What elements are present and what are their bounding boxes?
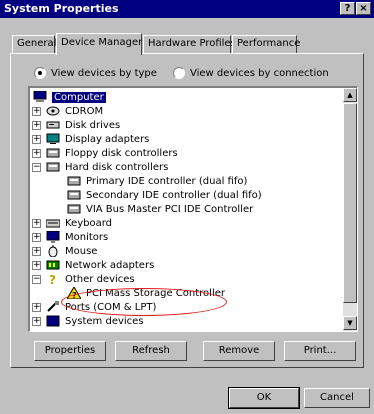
scroll-thumb[interactable] [343,103,357,303]
keyboard-icon [45,217,61,230]
tree-item-label: Computer [52,91,106,103]
hard-disk-controller-icon [45,161,61,174]
tree-item-computer[interactable]: Computer [32,90,106,104]
network-adapter-icon [45,259,61,272]
window-title: System Properties [4,2,119,15]
tree-item-monitors[interactable]: + Monitors [32,230,108,244]
tree-item-label: VIA Bus Master PCI IDE Controller [86,203,254,215]
help-button[interactable]: ? [340,2,355,15]
controller-icon [66,175,82,188]
view-by-connection-label: View devices by connection [190,67,329,79]
svg-text:?: ? [49,273,56,285]
tree-item-cdrom[interactable]: + CDROM [32,104,103,118]
tree-item-other-devices[interactable]: − ? Other devices [32,272,135,286]
tree-item-label: Hard disk controllers [65,161,169,173]
system-device-icon [45,315,61,328]
expand-icon[interactable]: + [32,302,41,312]
scroll-down-button[interactable]: ▼ [343,316,357,330]
expand-icon[interactable]: + [32,106,41,116]
tree-item-label: CDROM [65,105,104,117]
scroll-up-button[interactable]: ▲ [343,88,357,102]
highlight-annotation [61,288,227,316]
tree-item-label: System devices [65,315,144,327]
title-bar: System Properties ? × [0,0,374,18]
expand-icon[interactable]: + [32,260,41,270]
question-mark-icon: ? [45,273,61,286]
tree-item-disk-drives[interactable]: + Disk drives [32,118,120,132]
tree-item-via-bus-master[interactable]: VIA Bus Master PCI IDE Controller [66,202,253,216]
print-button[interactable]: Print... [284,341,356,361]
tree-item-secondary-ide[interactable]: Secondary IDE controller (dual fifo) [66,188,262,202]
tree-item-label: Primary IDE controller (dual fifo) [86,175,248,187]
collapse-icon[interactable]: − [32,162,41,172]
tab-hardware-profiles[interactable]: Hardware Profiles [143,35,236,53]
tree-item-floppy-controllers[interactable]: + Floppy disk controllers [32,146,178,160]
refresh-button[interactable]: Refresh [115,341,187,361]
tree-item-label: Floppy disk controllers [65,147,178,159]
display-adapter-icon [45,133,61,146]
expand-icon[interactable]: + [32,134,41,144]
tree-item-label: Mouse [65,245,98,257]
tree-item-primary-ide[interactable]: Primary IDE controller (dual fifo) [66,174,247,188]
tree-item-label: Disk drives [65,119,121,131]
cdrom-icon [45,105,61,118]
mouse-icon [45,245,61,258]
expand-icon[interactable]: + [32,148,41,158]
tab-general[interactable]: General [12,35,56,53]
cancel-button[interactable]: Cancel [304,388,370,408]
tab-device-manager[interactable]: Device Manager [56,33,142,55]
radio-unselected-icon [173,67,185,79]
tree-item-label: Monitors [65,231,109,243]
expand-icon[interactable]: + [32,120,41,130]
view-by-connection-option[interactable]: View devices by connection [173,67,329,79]
tree-item-label: Display adapters [65,133,150,145]
floppy-controller-icon [45,147,61,160]
disk-drive-icon [45,119,61,132]
controller-icon [66,203,82,216]
tree-item-label: Secondary IDE controller (dual fifo) [86,189,262,201]
tree-item-system-devices[interactable]: + System devices [32,314,144,328]
ok-button[interactable]: OK [228,387,300,409]
monitor-icon [45,231,61,244]
controller-icon [66,189,82,202]
tree-item-label: Network adapters [65,259,155,271]
tree-item-network-adapters[interactable]: + Network adapters [32,258,154,272]
tree-item-display-adapters[interactable]: + Display adapters [32,132,149,146]
tree-item-label: Other devices [65,273,135,285]
radio-selected-icon [34,67,46,79]
collapse-icon[interactable]: − [32,274,41,284]
computer-icon [32,91,48,104]
tree-item-mouse[interactable]: + Mouse [32,244,97,258]
expand-icon[interactable]: + [32,316,41,326]
view-by-type-option[interactable]: View devices by type [34,67,157,79]
expand-icon[interactable]: + [32,218,41,228]
expand-icon[interactable]: + [32,246,41,256]
remove-button[interactable]: Remove [203,341,275,361]
vertical-scrollbar[interactable]: ▲ ▼ [343,88,357,331]
expand-icon[interactable]: + [32,232,41,242]
tree-item-hard-disk-controllers[interactable]: − Hard disk controllers [32,160,168,174]
properties-button[interactable]: Properties [34,341,106,361]
tree-item-keyboard[interactable]: + Keyboard [32,216,112,230]
port-icon [45,301,61,314]
tab-performance[interactable]: Performance [232,35,300,53]
tree-item-label: Keyboard [65,217,113,229]
close-button[interactable]: × [356,2,371,15]
view-by-type-label: View devices by type [51,67,157,79]
